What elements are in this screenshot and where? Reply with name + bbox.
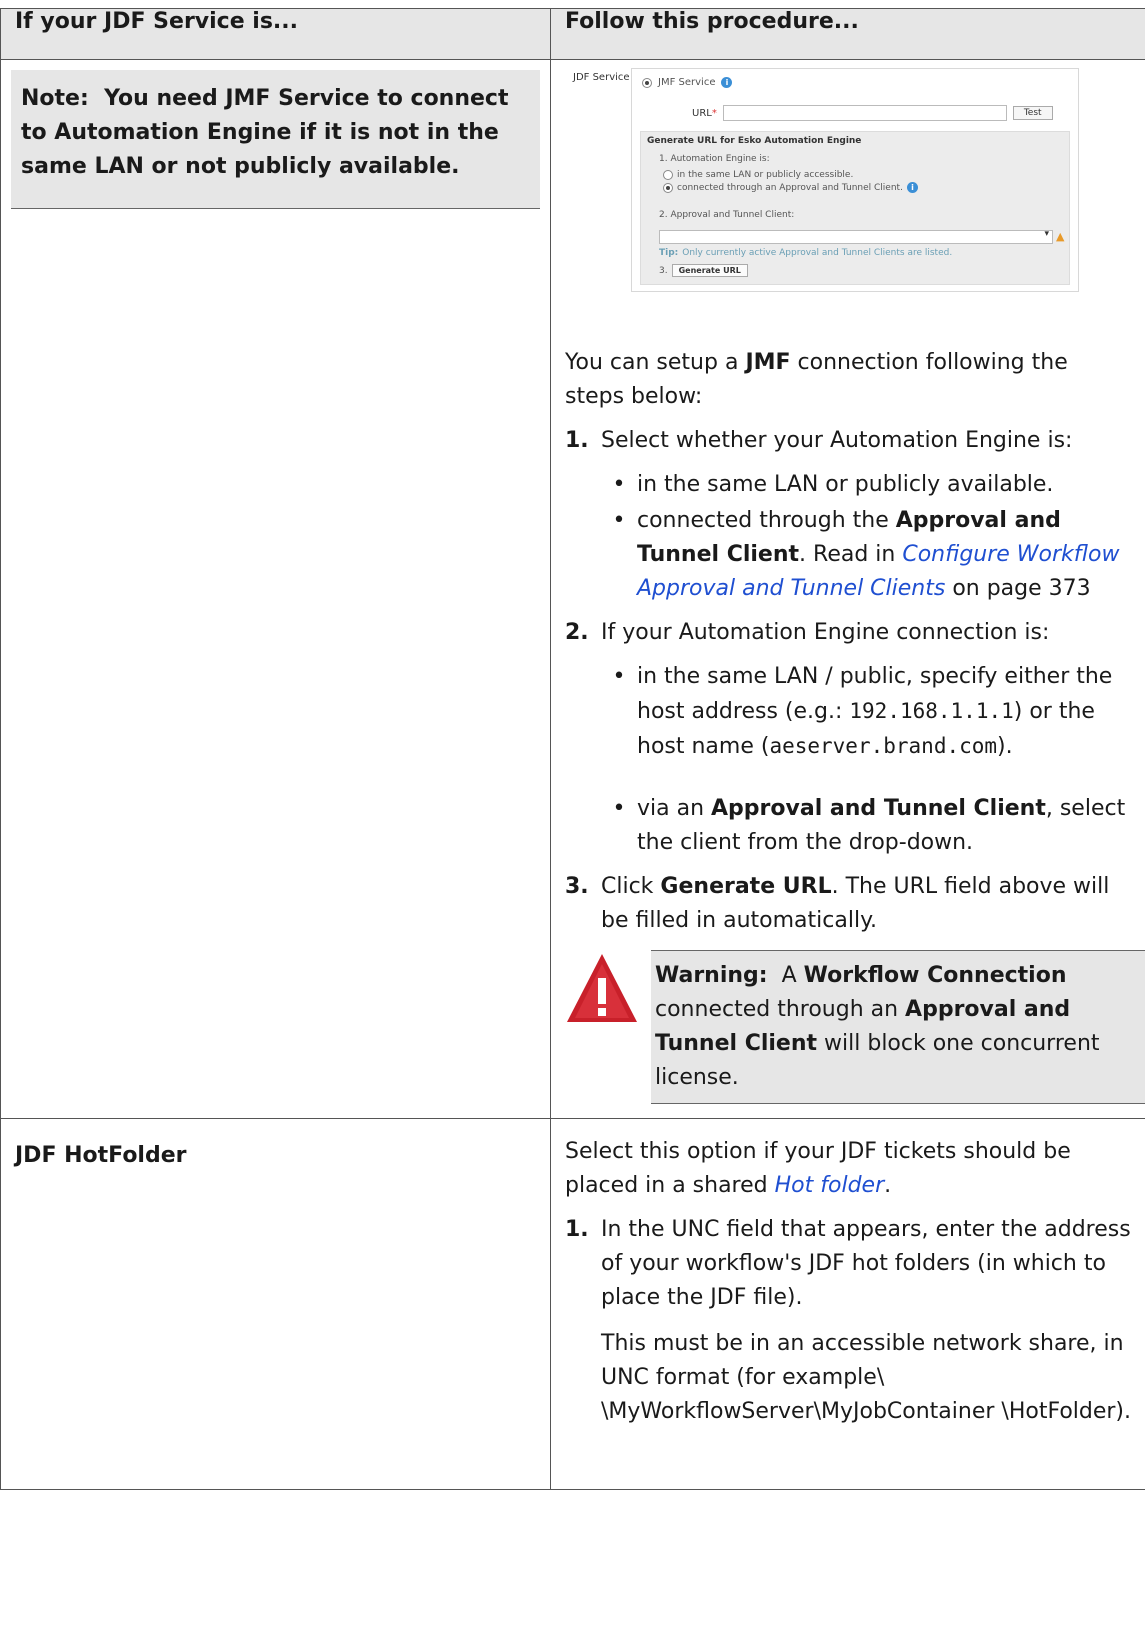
table-header-row: If your JDF Service is... Follow this pr… bbox=[0, 8, 1145, 60]
row1-right-cell: JDF Service JMF Service i URL* Test Gene… bbox=[550, 59, 1145, 1119]
jmf-option: JMF Service i bbox=[642, 77, 733, 88]
client-dropdown bbox=[659, 229, 1053, 244]
generate-url-button: Generate URL bbox=[671, 264, 748, 277]
list-item: • in the same LAN / public, specify eith… bbox=[612, 664, 1113, 759]
hot-folder-link[interactable]: Hot folder bbox=[775, 1173, 884, 1198]
generate-title: Generate URL for Esko Automation Engine bbox=[647, 136, 862, 146]
jdf-service-label: JDF Service bbox=[573, 72, 630, 83]
step-1: 1. Select whether your Automation Engine… bbox=[565, 424, 1131, 606]
lan-option: in the same LAN or publicly accessible. bbox=[663, 170, 853, 180]
note-box: Note: You need JMF Service to connect to… bbox=[11, 70, 540, 209]
url-row: URL* Test bbox=[692, 105, 1053, 121]
step-2: 2. If your Automation Engine connection … bbox=[565, 616, 1131, 860]
step-2-options: • in the same LAN / public, specify eith… bbox=[601, 660, 1131, 860]
lan-radio bbox=[663, 170, 673, 180]
jdf-hotfolder-label: JDF HotFolder bbox=[15, 1143, 187, 1168]
jmf-radio bbox=[642, 77, 652, 88]
generate-step: 3. Generate URL bbox=[659, 264, 748, 277]
info-icon: i bbox=[721, 77, 733, 88]
jmf-intro: You can setup a JMF connection following… bbox=[565, 350, 1068, 409]
tunnel-option: connected through an Approval and Tunnel… bbox=[663, 182, 918, 193]
table-row: Note: You need JMF Service to connect to… bbox=[0, 59, 1145, 1119]
list-item: • via an Approval and Tunnel Client, sel… bbox=[612, 796, 1126, 855]
table-row: JDF HotFolder Select this option if your… bbox=[0, 1118, 1145, 1490]
step-3: 3. Click Generate URL. The URL field abo… bbox=[565, 874, 1110, 933]
generate-url-box: Generate URL for Esko Automation Engine … bbox=[640, 131, 1070, 285]
jmf-settings-screenshot: JDF Service JMF Service i URL* Test Gene… bbox=[573, 68, 1079, 298]
note-text: You need JMF Service to connect to Autom… bbox=[21, 86, 509, 179]
test-button: Test bbox=[1012, 106, 1053, 120]
row2-right-cell: Select this option if your JDF tickets s… bbox=[550, 1118, 1145, 1490]
tunnel-radio bbox=[663, 182, 673, 193]
row2-left-cell: JDF HotFolder bbox=[0, 1118, 551, 1490]
hotfolder-intro: Select this option if your JDF tickets s… bbox=[565, 1139, 1071, 1198]
step-1-options: • in the same LAN or publicly available. … bbox=[601, 468, 1131, 606]
warning-box: Warning: A Workflow Connection connected… bbox=[565, 950, 1145, 1104]
jmf-procedure: You can setup a JMF connection following… bbox=[551, 298, 1145, 1118]
list-item: • connected through the Approval and Tun… bbox=[612, 508, 1120, 601]
warning-text: Warning: A Workflow Connection connected… bbox=[651, 950, 1145, 1104]
jmf-option-label: JMF Service bbox=[658, 77, 716, 88]
ae-step-label: 1. Automation Engine is: bbox=[659, 154, 770, 164]
header-jdf-service: If your JDF Service is... bbox=[0, 8, 551, 60]
step-1: 1. In the UNC field that appears, enter … bbox=[565, 1213, 1131, 1429]
unc-format-note: This must be in an accessible network sh… bbox=[601, 1331, 1132, 1424]
client-step-label: 2. Approval and Tunnel Client: bbox=[659, 210, 795, 220]
tip-line: Tip: Only currently active Approval and … bbox=[659, 248, 953, 258]
hotfolder-procedure: Select this option if your JDF tickets s… bbox=[551, 1119, 1145, 1489]
url-input bbox=[722, 105, 1007, 121]
row1-left-cell: Note: You need JMF Service to connect to… bbox=[0, 59, 551, 1119]
jmf-panel: JMF Service i URL* Test Generate URL for… bbox=[631, 68, 1079, 292]
list-item: • in the same LAN or publicly available. bbox=[612, 472, 1054, 497]
warning-icon bbox=[565, 950, 651, 1060]
warning-icon: ▲ bbox=[1056, 230, 1065, 243]
url-label: URL* bbox=[692, 107, 717, 119]
note-label: Note: bbox=[21, 86, 89, 111]
info-icon: i bbox=[906, 182, 918, 193]
header-procedure: Follow this procedure... bbox=[550, 8, 1145, 60]
procedure-table: If your JDF Service is... Follow this pr… bbox=[0, 8, 1145, 1490]
